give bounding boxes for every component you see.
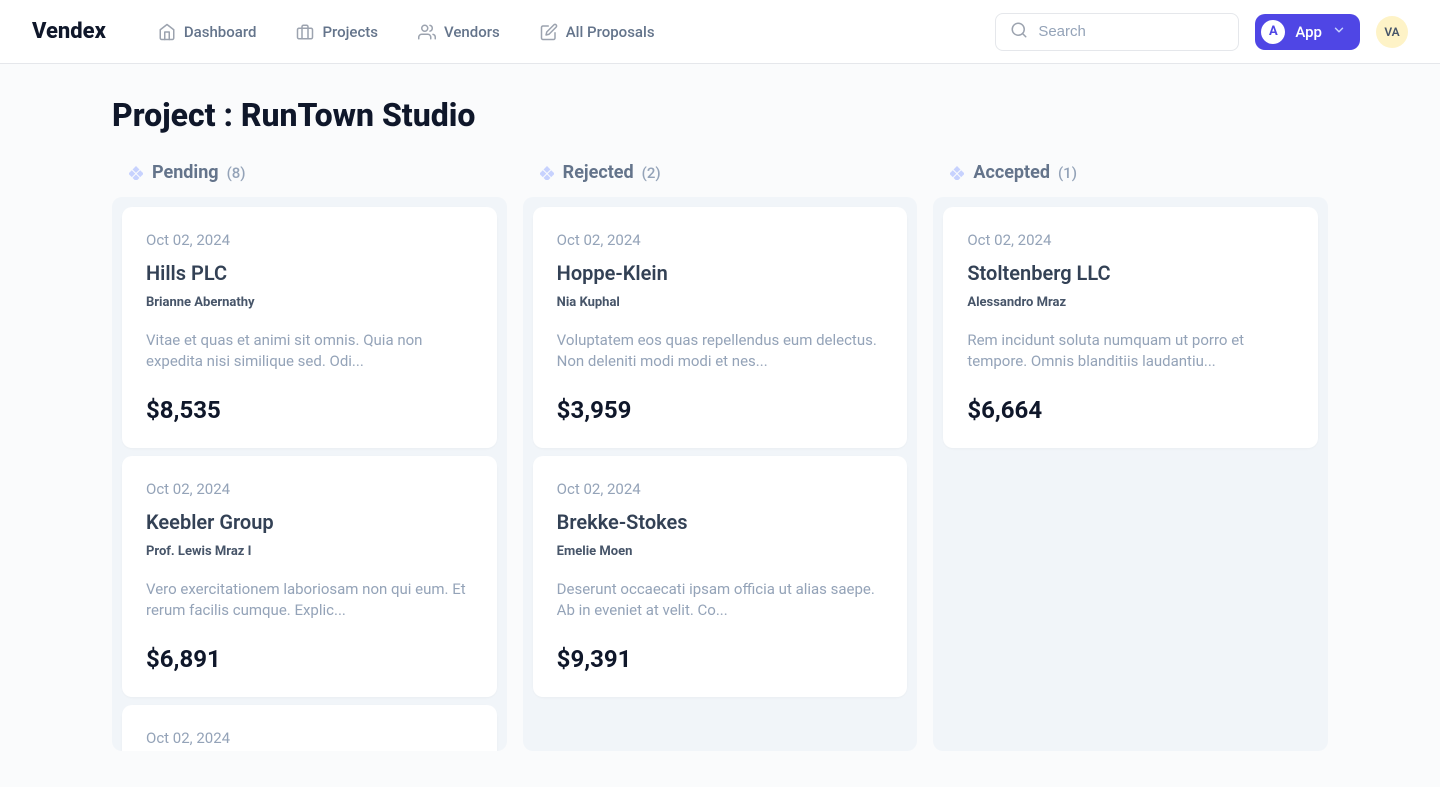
card-description: Deserunt occaecati ipsam officia ut alia… — [557, 579, 884, 621]
proposal-card[interactable]: Oct 02, 2024 Brekke-Stokes Emelie Moen D… — [533, 456, 908, 697]
main-content: Project : RunTown Studio Pending (8) Oct… — [0, 64, 1440, 787]
chevron-down-icon — [1332, 22, 1346, 41]
nav-projects[interactable]: Projects — [296, 23, 378, 41]
nav-label: All Proposals — [566, 23, 655, 41]
card-amount: $3,959 — [557, 396, 884, 424]
card-amount: $6,664 — [967, 396, 1294, 424]
card-person: Alessandro Mraz — [967, 295, 1294, 310]
card-vendor: Keebler Group — [146, 510, 473, 534]
nav-dashboard[interactable]: Dashboard — [158, 23, 257, 41]
card-vendor: Stoltenberg LLC — [967, 261, 1294, 285]
proposal-card[interactable]: Oct 02, 2024 Stoltenberg LLC Alessandro … — [943, 207, 1318, 448]
card-person: Emelie Moen — [557, 544, 884, 559]
main-nav: Dashboard Projects Vendors All Proposals — [158, 23, 971, 41]
card-description: Vitae et quas et animi sit omnis. Quia n… — [146, 330, 473, 372]
column-header: Pending (8) — [112, 162, 507, 197]
diamond-icon — [128, 165, 144, 181]
proposal-card[interactable]: Oct 02, 2024 Hills PLC Brianne Abernathy… — [122, 207, 497, 448]
app-switcher[interactable]: A App — [1255, 14, 1360, 50]
column-rejected: Rejected (2) Oct 02, 2024 Hoppe-Klein Ni… — [523, 162, 918, 751]
app-header: Vendex Dashboard Projects Vendors All Pr… — [0, 0, 1440, 64]
card-date: Oct 02, 2024 — [146, 480, 473, 498]
card-amount: $6,891 — [146, 645, 473, 673]
nav-vendors[interactable]: Vendors — [418, 23, 500, 41]
card-person: Nia Kuphal — [557, 295, 884, 310]
column-body: Oct 02, 2024 Stoltenberg LLC Alessandro … — [933, 197, 1328, 751]
header-right: A App VA — [995, 13, 1408, 51]
nav-label: Projects — [322, 23, 378, 41]
card-vendor: Hills PLC — [146, 261, 473, 285]
column-body: Oct 02, 2024 Hoppe-Klein Nia Kuphal Volu… — [523, 197, 918, 751]
search-icon — [1010, 21, 1028, 43]
column-count: (8) — [227, 164, 246, 182]
card-date: Oct 02, 2024 — [967, 231, 1294, 249]
column-header: Rejected (2) — [523, 162, 918, 197]
proposal-card[interactable]: Oct 02, 2024 Hoppe-Klein Nia Kuphal Volu… — [533, 207, 908, 448]
card-vendor: Hoppe-Klein — [557, 261, 884, 285]
nav-proposals[interactable]: All Proposals — [540, 23, 655, 41]
app-badge: A — [1261, 20, 1285, 44]
page-title: Project : RunTown Studio — [112, 96, 1328, 134]
card-vendor: Brekke-Stokes — [557, 510, 884, 534]
briefcase-icon — [296, 23, 314, 41]
column-body: Oct 02, 2024 Hills PLC Brianne Abernathy… — [112, 197, 507, 751]
users-icon — [418, 23, 436, 41]
column-pending: Pending (8) Oct 02, 2024 Hills PLC Brian… — [112, 162, 507, 751]
search-box[interactable] — [995, 13, 1239, 51]
edit-icon — [540, 23, 558, 41]
brand-logo: Vendex — [32, 19, 106, 44]
proposal-card[interactable]: Oct 02, 2024 Keebler Group Prof. Lewis M… — [122, 456, 497, 697]
card-date: Oct 02, 2024 — [146, 231, 473, 249]
card-description: Voluptatem eos quas repellendus eum dele… — [557, 330, 884, 372]
column-title: Pending — [152, 162, 219, 183]
column-count: (2) — [642, 164, 661, 182]
card-date: Oct 02, 2024 — [146, 729, 473, 747]
proposal-card[interactable]: Oct 02, 2024 Hills PLC — [122, 705, 497, 751]
column-title: Rejected — [563, 162, 634, 183]
nav-label: Vendors — [444, 23, 500, 41]
column-accepted: Accepted (1) Oct 02, 2024 Stoltenberg LL… — [933, 162, 1328, 751]
column-header: Accepted (1) — [933, 162, 1328, 197]
search-input[interactable] — [1038, 23, 1224, 40]
card-description: Vero exercitationem laboriosam non qui e… — [146, 579, 473, 621]
user-avatar[interactable]: VA — [1376, 16, 1408, 48]
nav-label: Dashboard — [184, 23, 257, 41]
kanban-columns: Pending (8) Oct 02, 2024 Hills PLC Brian… — [112, 162, 1328, 751]
column-title: Accepted — [973, 162, 1050, 183]
card-description: Rem incidunt soluta numquam ut porro et … — [967, 330, 1294, 372]
card-person: Brianne Abernathy — [146, 295, 473, 310]
diamond-icon — [949, 165, 965, 181]
card-amount: $8,535 — [146, 396, 473, 424]
app-label: App — [1295, 23, 1322, 41]
diamond-icon — [539, 165, 555, 181]
card-date: Oct 02, 2024 — [557, 231, 884, 249]
card-amount: $9,391 — [557, 645, 884, 673]
column-count: (1) — [1058, 164, 1077, 182]
card-person: Prof. Lewis Mraz I — [146, 544, 473, 559]
home-icon — [158, 23, 176, 41]
card-date: Oct 02, 2024 — [557, 480, 884, 498]
